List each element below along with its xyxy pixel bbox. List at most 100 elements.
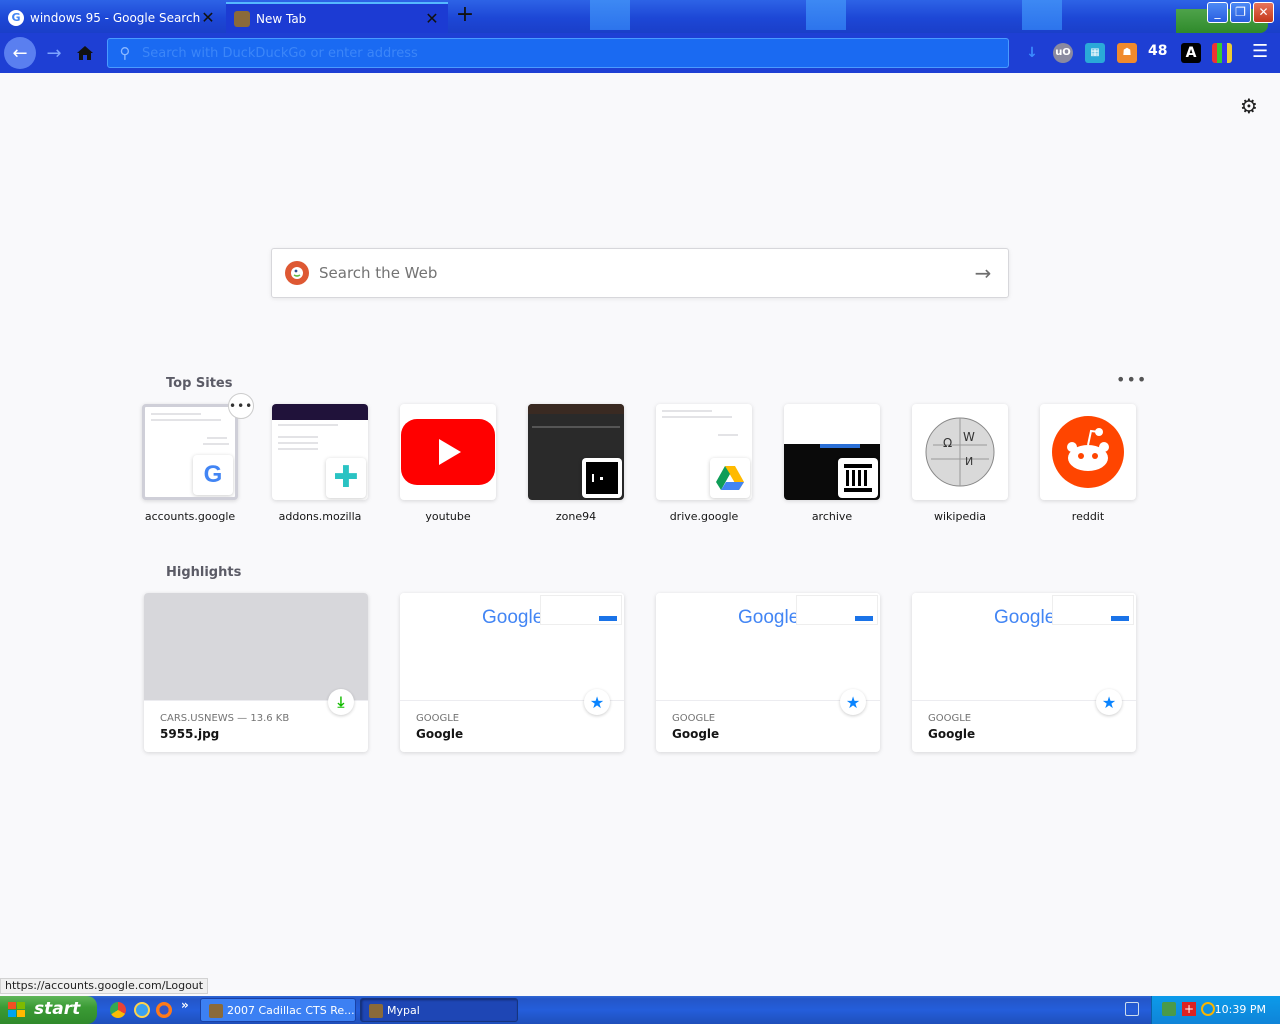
tile-context-menu-icon[interactable]: •••	[228, 393, 254, 419]
firefox-quicklaunch-icon[interactable]	[156, 1002, 172, 1018]
google-wordmark: Google	[994, 607, 1056, 628]
close-window-button[interactable]: ✕	[1253, 2, 1274, 23]
search-submit-arrow-icon[interactable]: →	[958, 261, 1008, 285]
card-thumbnail	[144, 593, 368, 701]
url-input[interactable]	[142, 45, 1008, 61]
background-glow	[590, 0, 630, 30]
top-site-accounts-google[interactable]: G accounts.google	[142, 404, 238, 523]
start-label: start	[34, 999, 81, 1019]
extension-person-icon[interactable]: ☗	[1117, 43, 1137, 63]
download-badge-icon: ⤓	[328, 689, 354, 715]
settings-gear-icon[interactable]: ⚙	[1240, 94, 1258, 118]
card-thumbnail: Google	[656, 593, 880, 701]
top-site-archive[interactable]: archive	[784, 404, 880, 523]
mypal-app-icon	[369, 1004, 383, 1018]
chrome-quicklaunch-icon[interactable]	[110, 1002, 126, 1018]
tray-search-icon[interactable]	[1201, 1002, 1215, 1016]
tab-new-tab[interactable]: New Tab ✕	[226, 2, 448, 33]
top-site-youtube[interactable]: youtube	[400, 404, 496, 523]
back-button[interactable]: ←	[4, 37, 36, 69]
extension-letter-icon[interactable]: A	[1181, 43, 1201, 63]
home-icon	[77, 46, 93, 60]
card-thumbnail: Google	[400, 593, 624, 701]
background-glow	[806, 0, 846, 30]
new-tab-button[interactable]: +	[452, 4, 478, 28]
ublock-icon[interactable]: uO	[1053, 43, 1073, 63]
tile-thumbnail	[784, 404, 880, 500]
tile-thumbnail: ✚	[272, 404, 368, 500]
close-tab-icon[interactable]: ✕	[200, 8, 216, 27]
signin-popup-thumb	[796, 595, 878, 625]
card-title: Google	[416, 727, 464, 741]
forward-button[interactable]: →	[38, 37, 70, 69]
tray-clock[interactable]: 10:39 PM	[1215, 1003, 1266, 1016]
address-bar[interactable]: ⚲	[107, 38, 1009, 68]
top-sites-heading: Top Sites	[166, 376, 233, 391]
top-site-wikipedia[interactable]: ΩWИ wikipedia	[912, 404, 1008, 523]
bookmark-star-icon: ★	[584, 689, 610, 715]
top-site-drive-google[interactable]: drive.google	[656, 404, 752, 523]
home-button[interactable]	[69, 37, 101, 69]
google-wordmark: Google	[738, 607, 800, 628]
card-thumbnail: Google	[912, 593, 1136, 701]
close-tab-icon[interactable]: ✕	[424, 9, 440, 28]
highlight-card-google[interactable]: Google ★ GOOGLE Google	[400, 593, 624, 752]
web-search-box[interactable]: Search the Web →	[271, 248, 1009, 298]
highlight-card-download[interactable]: ⤓ CARS.USNEWS — 13.6 KB 5955.jpg	[144, 593, 368, 752]
system-tray: + 10:39 PM	[1151, 996, 1280, 1024]
windows-taskbar: start » 2007 Cadillac CTS Re... Mypal + …	[0, 996, 1280, 1024]
task-label: 2007 Cadillac CTS Re...	[227, 1004, 355, 1017]
tile-label: archive	[811, 510, 853, 523]
card-title: Google	[672, 727, 720, 741]
svg-text:И: И	[965, 455, 973, 468]
download-arrow-icon[interactable]: ↓	[1022, 43, 1042, 63]
highlight-card-google[interactable]: Google ★ GOOGLE Google	[656, 593, 880, 752]
restore-button[interactable]: ❐	[1230, 2, 1251, 23]
tile-label: youtube	[425, 510, 471, 523]
highlights-heading: Highlights	[166, 565, 242, 580]
card-source: GOOGLE	[672, 713, 716, 724]
tray-network-icon[interactable]	[1162, 1002, 1176, 1016]
taskbar-item-cadillac[interactable]: 2007 Cadillac CTS Re...	[200, 998, 356, 1022]
taskbar-item-mypal[interactable]: Mypal	[360, 998, 518, 1022]
badge-count[interactable]: 48	[1148, 43, 1167, 59]
tile-label: drive.google	[669, 510, 739, 523]
card-title: 5955.jpg	[160, 727, 220, 741]
status-link-url: https://accounts.google.com/Logout	[0, 978, 209, 994]
tile-thumbnail	[528, 404, 624, 500]
quicklaunch-overflow-icon[interactable]: »	[181, 998, 189, 1012]
keyboard-icon[interactable]	[1125, 1002, 1139, 1016]
duckduckgo-logo-icon	[285, 261, 309, 285]
signin-popup-thumb	[1052, 595, 1134, 625]
archive-temple-icon	[838, 458, 878, 498]
tab-google-search[interactable]: G windows 95 - Google Search ✕	[0, 2, 224, 33]
start-button[interactable]: start	[0, 996, 97, 1024]
google-wordmark: Google	[482, 607, 544, 628]
internet-explorer-quicklaunch-icon[interactable]	[134, 1002, 150, 1018]
hamburger-menu-icon[interactable]: ☰	[1252, 43, 1270, 63]
top-sites-options-icon[interactable]: •••	[1116, 370, 1147, 389]
bookmark-star-icon: ★	[840, 689, 866, 715]
top-site-zone94[interactable]: zone94	[528, 404, 624, 523]
window-controls: _ ❐ ✕	[1207, 2, 1274, 23]
google-favicon-icon: G	[8, 9, 24, 26]
tile-thumbnail	[656, 404, 752, 500]
tray-shield-icon[interactable]: +	[1182, 1002, 1196, 1016]
card-source: CARS.USNEWS — 13.6 KB	[160, 713, 290, 724]
windows-flag-icon	[8, 1002, 25, 1017]
mypal-favicon-icon	[234, 10, 250, 27]
minimize-button[interactable]: _	[1207, 2, 1228, 23]
highlight-card-google[interactable]: Google ★ GOOGLE Google	[912, 593, 1136, 752]
card-title: Google	[928, 727, 976, 741]
extension-bars-icon[interactable]	[1212, 43, 1232, 63]
signin-popup-thumb	[540, 595, 622, 625]
tab-strip: G windows 95 - Google Search ✕ New Tab ✕…	[0, 0, 1280, 33]
top-site-reddit[interactable]: reddit	[1040, 404, 1136, 523]
extension-grid-icon[interactable]: ▦	[1085, 43, 1105, 63]
top-site-addons-mozilla[interactable]: ✚ addons.mozilla	[272, 404, 368, 523]
mypal-app-icon	[209, 1004, 223, 1018]
zone94-icon	[582, 458, 622, 498]
bookmark-star-icon: ★	[1096, 689, 1122, 715]
tile-thumbnail	[400, 404, 496, 500]
wikipedia-globe-icon: Ω WИ	[925, 417, 995, 487]
